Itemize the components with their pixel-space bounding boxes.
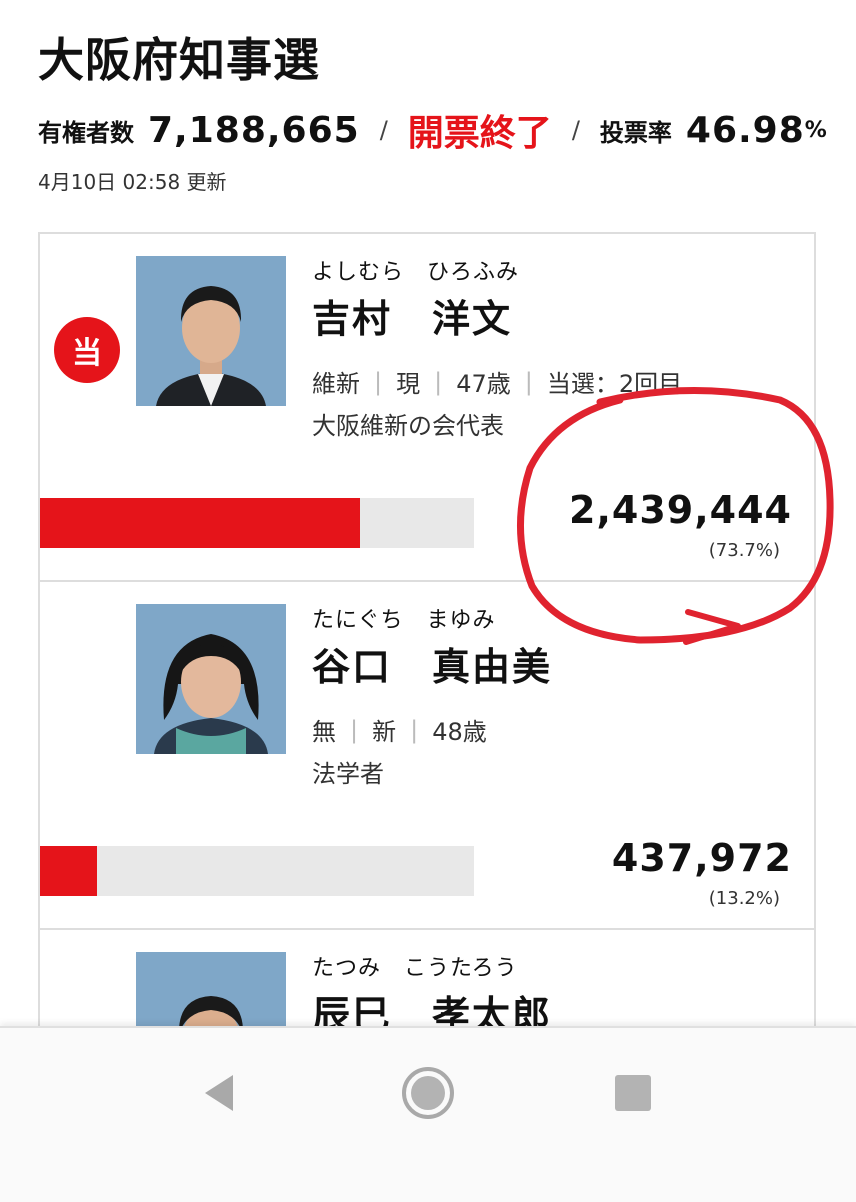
electorate-label: 有権者数 [38, 118, 134, 147]
navigation-bar [0, 1026, 856, 1202]
incumbency: 新 [372, 718, 397, 746]
party: 無 [312, 718, 336, 746]
candidate-description: 大阪維新の会代表 [312, 412, 504, 440]
updated-time: 4月10日 02:58 更新 [38, 170, 227, 194]
vote-bar [40, 846, 474, 896]
vote-share: (73.7%) [708, 540, 780, 561]
candidate-description: 法学者 [312, 760, 384, 788]
recents-icon[interactable] [598, 1058, 668, 1128]
turnout-unit: % [804, 117, 827, 143]
count-status: 開票終了 [407, 113, 552, 154]
electorate-value: 7,188,665 [148, 109, 360, 151]
turnout-value: 46.98 [685, 109, 805, 151]
candidate-photo [136, 256, 286, 406]
candidate-kana: たにぐち まゆみ [312, 608, 496, 633]
winner-badge: 当 [54, 317, 120, 383]
separator: / [571, 116, 580, 144]
age: 47歳 [456, 370, 511, 398]
candidate-name: 谷口 真由美 [312, 645, 553, 689]
home-icon[interactable] [393, 1058, 463, 1128]
vote-share: (13.2%) [708, 888, 780, 909]
candidate-meta: 維新 | 現 | 47歳 | 当選：2回目 [312, 364, 682, 399]
vote-count: 437,972 [611, 836, 792, 880]
candidate-meta: 無 | 新 | 48歳 [312, 712, 487, 747]
page-title: 大阪府知事選 [38, 33, 320, 87]
candidate-card: たつみ こうたろう 辰巳 孝太郎 [38, 928, 816, 1102]
vote-bar-fill [40, 846, 98, 896]
incumbency: 現 [396, 370, 421, 398]
election-stats: 有権者数 7,188,665 / 開票終了 / 投票率 46.98 % [38, 106, 827, 155]
party: 維新 [312, 370, 360, 398]
back-icon[interactable] [184, 1058, 254, 1128]
turnout-label: 投票率 [599, 118, 672, 147]
candidate-kana: たつみ こうたろう [312, 956, 518, 981]
vote-count: 2,439,444 [569, 488, 792, 532]
age: 48歳 [432, 718, 487, 746]
candidate-name: 吉村 洋文 [312, 297, 513, 341]
candidate-card: たにぐち まゆみ 谷口 真由美 無 | 新 | 48歳 法学者 437,972 … [38, 580, 816, 928]
separator: / [379, 116, 388, 144]
vote-bar [40, 498, 474, 548]
candidate-card: 当 よしむら ひろふみ 吉村 洋文 維新 | 現 | 47歳 | 当選：2回目 … [38, 232, 816, 580]
candidate-kana: よしむら ひろふみ [312, 260, 520, 285]
elected-count: 当選：2回目 [546, 370, 683, 398]
candidate-photo [136, 604, 286, 754]
vote-bar-fill [40, 498, 360, 548]
